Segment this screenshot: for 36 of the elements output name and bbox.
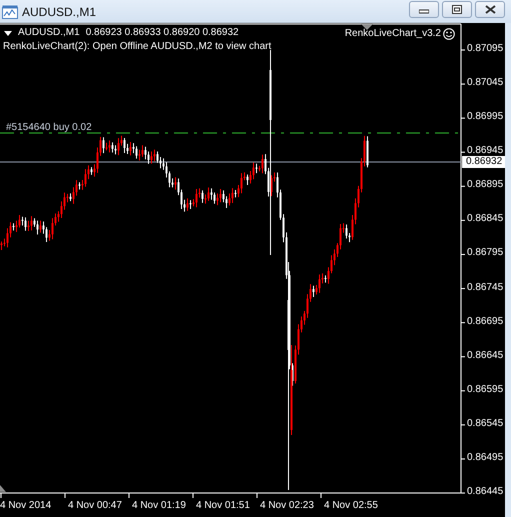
- collapse-triangle-icon[interactable]: [4, 30, 12, 36]
- price-axis-label: 0.86545: [467, 418, 504, 430]
- time-axis-label: 4 Nov 02:55: [324, 500, 378, 512]
- price-axis-label: 0.86645: [467, 350, 504, 362]
- indicator-name: RenkoLiveChart_v3.2: [344, 28, 441, 40]
- close-icon: [484, 5, 496, 14]
- price-axis-label: 0.86845: [467, 213, 504, 226]
- chart-window-icon: [2, 4, 18, 18]
- price-axis-label: 0.86945: [467, 145, 504, 157]
- price-axis-label: 0.86595: [467, 384, 504, 396]
- time-axis-label: 4 Nov 01:19: [132, 500, 186, 512]
- maximize-button[interactable]: [442, 1, 472, 18]
- price-axis-label: 0.87095: [467, 43, 504, 55]
- price-axis-label: 0.86695: [467, 316, 504, 328]
- price-axis-label: 0.87045: [467, 77, 504, 90]
- price-axis-label: 0.86995: [467, 111, 504, 124]
- smiley-icon: [443, 28, 455, 40]
- price-axis-label: 0.86745: [467, 282, 504, 294]
- maximize-icon: [452, 5, 462, 14]
- time-axis-label: 4 Nov 02:23: [260, 500, 314, 512]
- chart-shift-icon: [0, 485, 6, 492]
- price-axis-label: 0.86795: [467, 247, 504, 260]
- current-price-label: 0.86932: [462, 156, 506, 168]
- time-axis-label: 4 Nov 2014: [0, 500, 52, 512]
- price-axis-label: 0.86495: [467, 452, 504, 464]
- window-title: AUDUSD.,M1: [22, 4, 96, 18]
- symbol-label: AUDUSD.,M1: [18, 27, 80, 39]
- indicator-message: RenkoLiveChart(2): Open Offline AUDUSD.,M2 to view chart: [3, 41, 272, 53]
- close-button[interactable]: [475, 1, 505, 18]
- time-axis-label: 4 Nov 00:47: [68, 500, 122, 512]
- time-axis-label: 4 Nov 01:51: [196, 500, 250, 512]
- minimize-button[interactable]: [409, 1, 439, 18]
- order-label: #5154640 buy 0.02: [6, 122, 92, 134]
- ohlc-values: 0.86923 0.86933 0.86920 0.86932: [86, 27, 239, 39]
- price-axis-label: 0.86895: [467, 179, 504, 192]
- price-axis-label: 0.86445: [467, 486, 504, 498]
